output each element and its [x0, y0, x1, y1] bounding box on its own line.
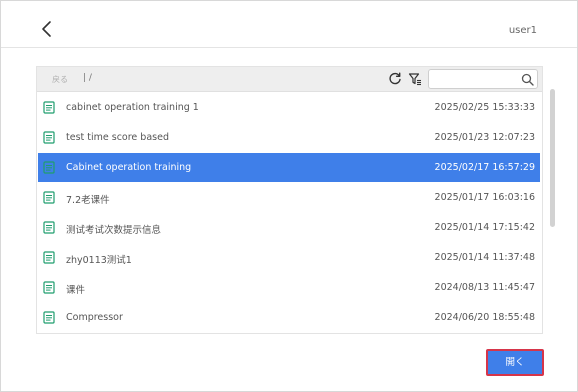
document-icon: [43, 311, 55, 324]
user-name: user1: [508, 25, 537, 36]
document-icon: [43, 191, 55, 204]
file-name: Cabinet operation training: [66, 162, 192, 173]
file-date: 2025/01/23 12:07:23: [434, 132, 535, 143]
file-row[interactable]: test time score based 2025/01/23 12:07:2…: [38, 123, 540, 152]
search-input[interactable]: [433, 72, 519, 86]
file-toolbar: 戻る | /: [37, 67, 542, 92]
search-icon[interactable]: [521, 73, 534, 86]
file-date: 2025/02/25 15:33:33: [434, 102, 535, 113]
file-name: zhy0113测试1: [66, 255, 132, 266]
file-row-selected[interactable]: Cabinet operation training 2025/02/17 16…: [38, 153, 540, 182]
document-icon: [43, 131, 55, 144]
document-icon: [43, 251, 55, 264]
toolbar-back-link[interactable]: 戻る: [52, 74, 68, 85]
file-open-dialog: user1 戻る | / cabinet operation training …: [0, 0, 578, 392]
file-name: test time score based: [66, 132, 169, 143]
file-row[interactable]: 课件 2024/08/13 11:45:47: [38, 273, 540, 302]
top-bar: user1: [1, 1, 577, 48]
current-path: | /: [83, 73, 92, 83]
file-date: 2025/01/17 16:03:16: [434, 192, 535, 203]
file-name: cabinet operation training 1: [66, 102, 199, 113]
file-row[interactable]: cabinet operation training 1 2025/02/25 …: [38, 93, 540, 122]
chevron-left-icon[interactable]: [37, 19, 57, 39]
document-icon: [43, 281, 55, 294]
file-row[interactable]: 测试考试次数提示信息 2025/01/14 17:15:42: [38, 213, 540, 242]
file-date: 2025/01/14 17:15:42: [434, 222, 535, 233]
search-box: [428, 69, 538, 89]
file-date: 2025/01/14 11:37:48: [434, 252, 535, 263]
refresh-icon[interactable]: [388, 72, 402, 86]
file-name: 7.2老课件: [66, 195, 110, 206]
file-row[interactable]: zhy0113测试1 2025/01/14 11:37:48: [38, 243, 540, 272]
file-name: Compressor: [66, 312, 123, 323]
file-name: 课件: [66, 285, 86, 296]
document-icon: [43, 161, 55, 174]
document-icon: [43, 101, 55, 114]
file-row[interactable]: 7.2老课件 2025/01/17 16:03:16: [38, 183, 540, 212]
open-button[interactable]: 開く: [486, 349, 544, 376]
file-row[interactable]: Compressor 2024/06/20 18:55:48: [38, 303, 540, 332]
file-date: 2024/06/20 18:55:48: [434, 312, 535, 323]
file-date: 2025/02/17 16:57:29: [434, 162, 535, 173]
filter-icon[interactable]: [408, 72, 422, 86]
file-date: 2024/08/13 11:45:47: [434, 282, 535, 293]
file-name: 测试考试次数提示信息: [66, 225, 162, 236]
document-icon: [43, 221, 55, 234]
file-list-scrollbar[interactable]: [550, 89, 555, 227]
file-browser-panel: 戻る | / cabinet operation training 1 2025…: [36, 66, 543, 334]
